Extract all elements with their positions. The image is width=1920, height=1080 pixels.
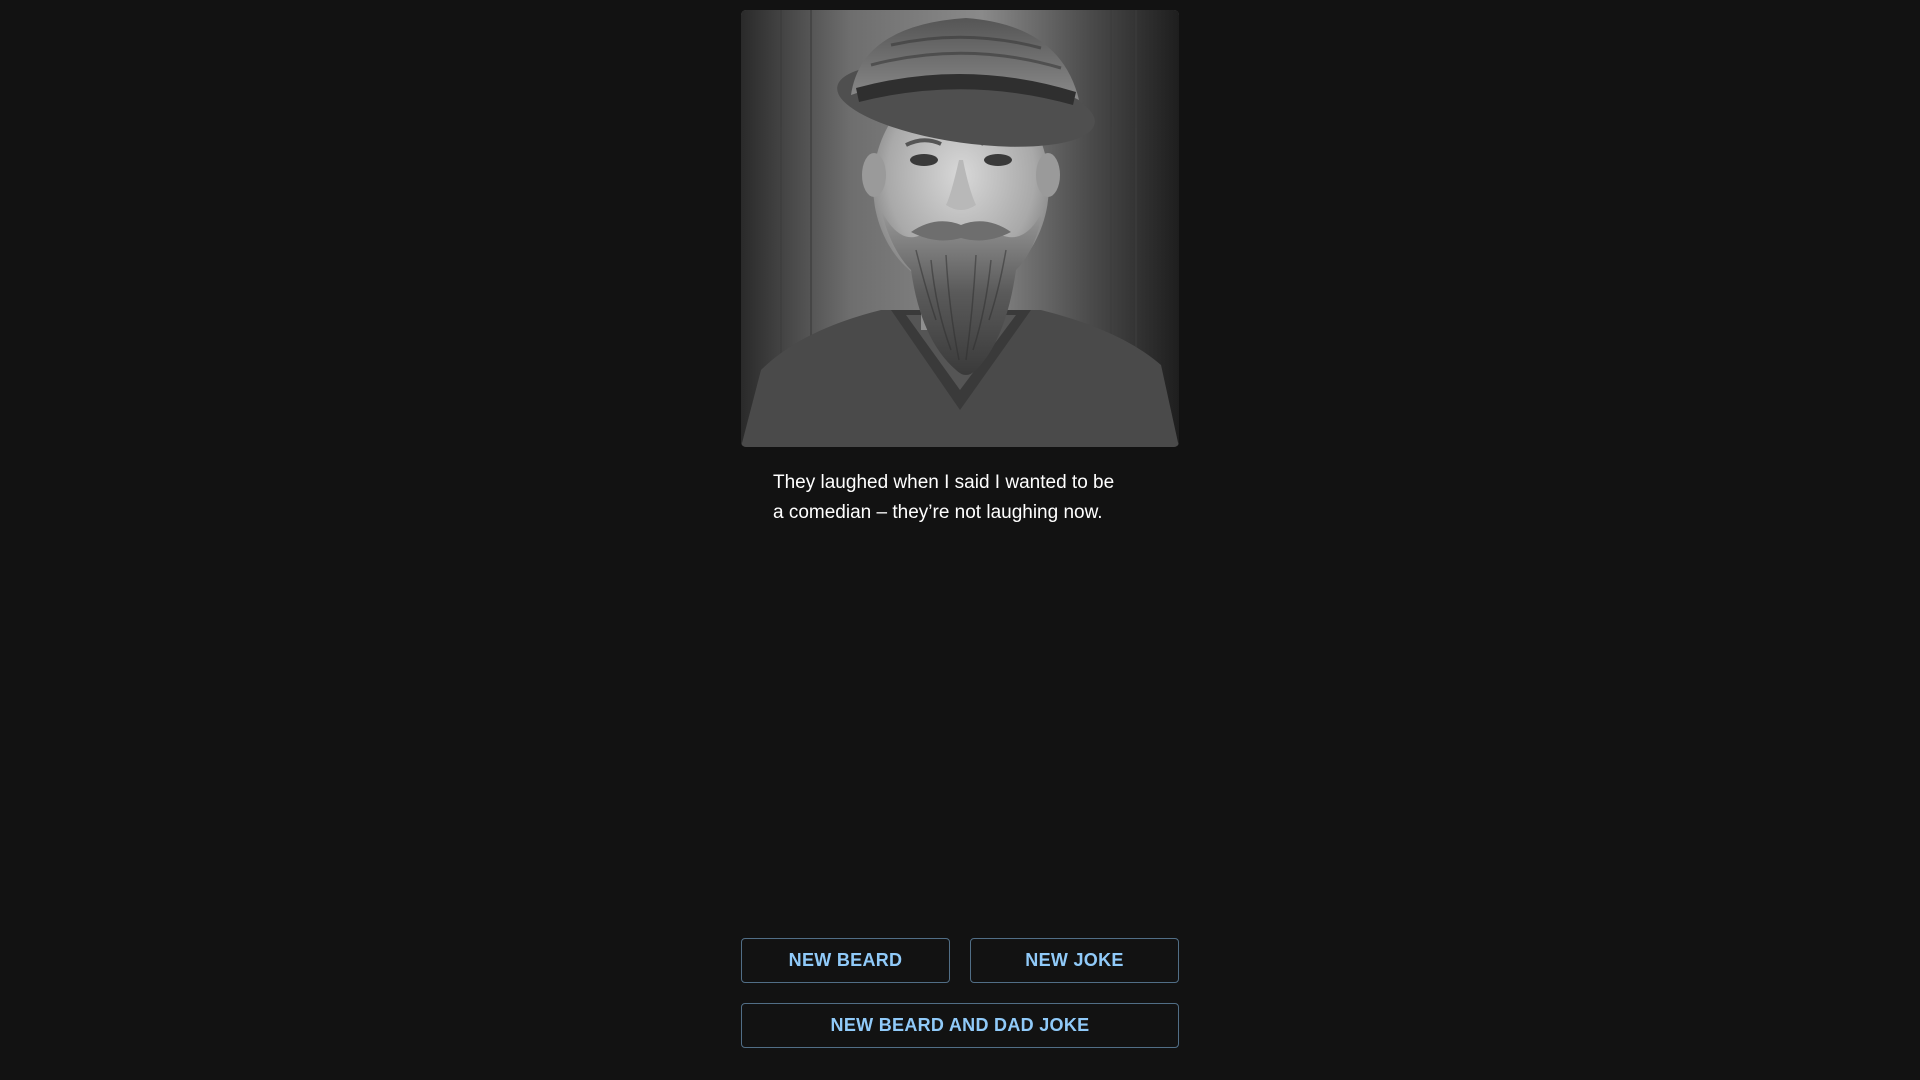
joke-line-1: They laughed when I said I wanted to be	[773, 472, 1115, 493]
new-beard-button[interactable]: NEW BEARD	[741, 938, 950, 983]
joke-line-2: a comedian – they’re not laughing now.	[773, 502, 1103, 523]
dad-joke-text: They laughed when I said I wanted to be …	[773, 468, 1153, 528]
beard-photo	[741, 10, 1179, 447]
bearded-man-image	[741, 10, 1179, 447]
new-joke-button[interactable]: NEW JOKE	[970, 938, 1179, 983]
new-beard-and-dad-joke-button[interactable]: NEW BEARD AND DAD JOKE	[741, 1003, 1179, 1048]
app-root: They laughed when I said I wanted to be …	[0, 0, 1920, 1080]
